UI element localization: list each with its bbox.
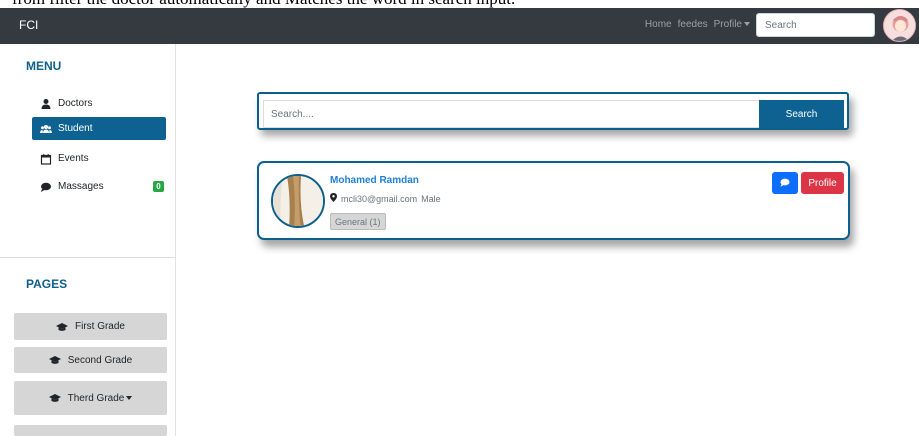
sidebar: MENU Doctors Student Events Massages 0 P…	[0, 44, 176, 436]
student-name-link[interactable]: Mohamed Ramdan	[330, 175, 419, 186]
nav-link-feedes[interactable]: feedes	[678, 19, 708, 30]
avatar-image-icon	[884, 10, 915, 41]
caret-down-icon	[744, 22, 750, 27]
nav-link-home[interactable]: Home	[645, 19, 672, 30]
sidebar-item-label: Massages	[58, 181, 104, 192]
more-grade-button[interactable]	[14, 425, 167, 436]
comment-icon	[780, 174, 790, 192]
nav-link-profile-label: Profile	[713, 19, 742, 30]
graduation-cap-icon	[48, 393, 61, 403]
graduation-cap-icon	[48, 355, 61, 365]
message-button[interactable]	[772, 172, 798, 194]
caption-text: from filter the doctor automatically and…	[0, 0, 919, 8]
student-gender: Male	[421, 193, 441, 204]
comment-icon	[40, 181, 52, 193]
caret-down-icon	[126, 396, 133, 400]
sidebar-item-student[interactable]: Student	[32, 117, 166, 140]
second-grade-button[interactable]: Second Grade	[14, 347, 167, 373]
sidebar-item-label: Doctors	[58, 98, 93, 109]
top-navbar: FCI Home feedes Profile	[0, 8, 919, 44]
navbar-search-input[interactable]	[756, 13, 875, 37]
profile-button[interactable]: Profile	[801, 172, 844, 194]
brand-logo[interactable]: FCI	[19, 18, 38, 32]
group-tag: General (1)	[330, 213, 386, 230]
student-email: mcli30@gmail.com	[341, 193, 418, 204]
sidebar-item-massages[interactable]: Massages 0	[32, 175, 166, 198]
pages-title: PAGES	[26, 277, 68, 291]
first-grade-button[interactable]: First Grade	[14, 313, 167, 340]
profile-picture	[271, 174, 325, 228]
grade-label: First Grade	[74, 321, 125, 332]
menu-title: MENU	[26, 59, 62, 73]
message-count-badge: 0	[153, 181, 164, 192]
user-icon	[40, 98, 52, 110]
search-button[interactable]: Search	[759, 100, 844, 128]
sidebar-divider	[0, 257, 176, 258]
sidebar-item-doctors[interactable]: Doctors	[32, 92, 166, 115]
grade-label: Therd Grade	[67, 392, 125, 404]
sidebar-item-label: Events	[58, 153, 89, 164]
avatar[interactable]	[883, 9, 916, 42]
calendar-icon	[40, 153, 52, 165]
student-profile-card: Mohamed Ramdan mcli30@gmail.com Male Gen…	[257, 161, 850, 240]
student-info: mcli30@gmail.com Male	[330, 193, 441, 204]
graduation-cap-icon	[55, 322, 68, 332]
sidebar-item-events[interactable]: Events	[32, 147, 166, 170]
nav-link-profile-dropdown[interactable]: Profile	[714, 19, 750, 30]
search-input[interactable]	[263, 100, 760, 128]
profile-photo-icon	[273, 176, 323, 226]
users-icon	[40, 123, 52, 135]
map-marker-icon	[330, 193, 337, 204]
third-grade-dropdown[interactable]: Therd Grade	[14, 381, 167, 415]
search-card: Search	[257, 92, 849, 130]
grade-label: Second Grade	[67, 354, 133, 366]
sidebar-item-label: Student	[58, 123, 93, 134]
nav-links: Home feedes Profile	[645, 19, 750, 30]
